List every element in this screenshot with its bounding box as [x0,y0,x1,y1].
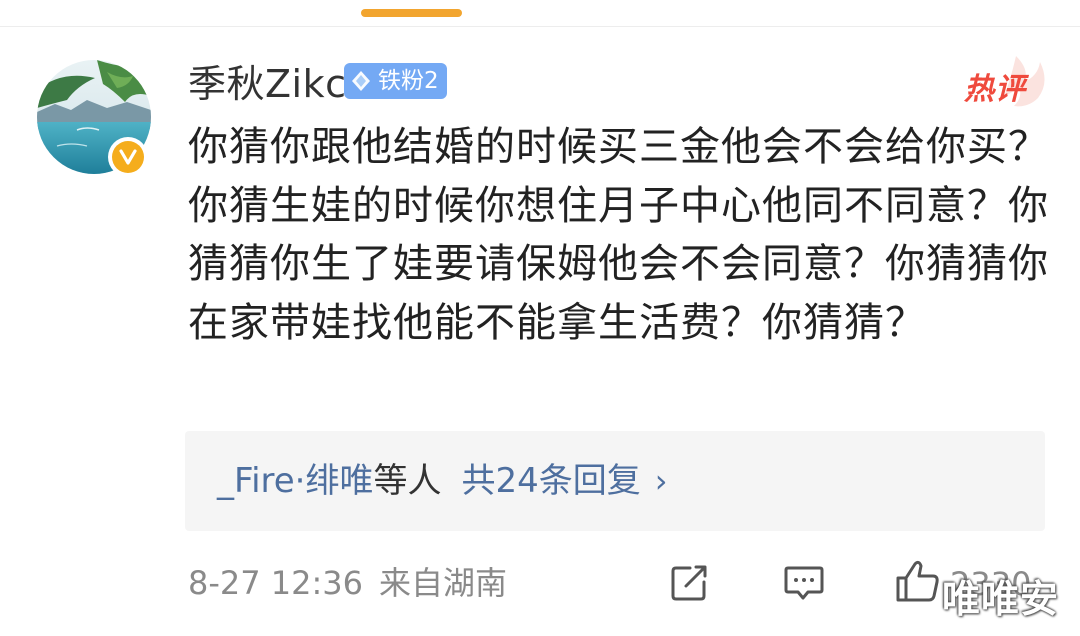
reply-suffix: 等人 [373,461,442,501]
comment-date: 8-27 12:36 [188,564,364,602]
hot-label: 热评 [964,72,1026,107]
fan-badge[interactable]: 铁粉2 [344,63,447,99]
comment-card: 季秋Zikc 铁粉2 热评 你猜你跟他结婚的时候买三金他会不会给你买？你猜生娃的… [0,0,1080,636]
drag-handle[interactable] [361,9,462,17]
reply-preview[interactable]: _Fire·绯唯等人 共24条回复 › [185,431,1045,531]
reply-names[interactable]: _Fire·绯唯 [217,461,374,501]
reply-summary[interactable]: _Fire·绯唯等人 共24条回复 › [217,457,668,505]
comment-meta: 8-27 12:36 来自湖南 [188,560,507,606]
comment-text: 你猜你跟他结婚的时候买三金他会不会给你买？你猜生娃的时候你想住月子中心他同不同意… [188,124,1049,346]
verified-badge [108,137,148,177]
share-edit-icon[interactable] [668,562,710,604]
fan-badge-label: 铁粉2 [378,68,439,94]
comment-icon[interactable] [782,563,826,605]
thumbs-up-icon[interactable] [893,556,943,606]
watermark: 唯唯安 [942,577,1060,621]
verified-badge-icon [112,141,144,173]
diamond-icon [352,71,370,91]
hot-comment-badge: 热评 [958,52,1050,110]
chevron-right-icon[interactable]: › [655,462,668,500]
comment-region: 来自湖南 [379,564,508,602]
reply-count-link[interactable]: 共24条回复 [462,461,641,501]
top-divider [0,26,1080,27]
username[interactable]: 季秋Zikc [188,60,347,108]
